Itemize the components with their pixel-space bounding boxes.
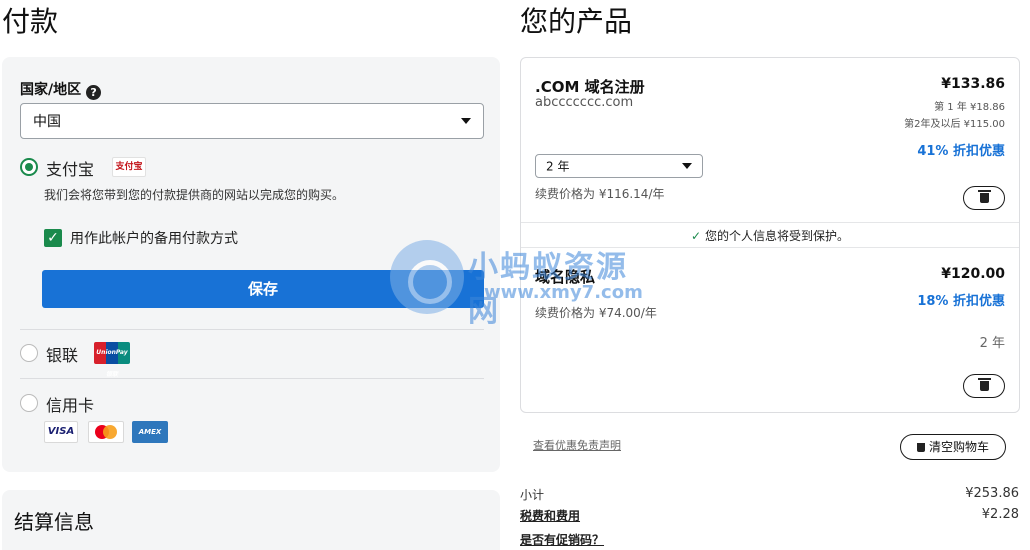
alipay-logo-icon: 支付宝 bbox=[112, 157, 146, 177]
term-value: 2 年 bbox=[979, 336, 1005, 351]
remove-item-button[interactable] bbox=[963, 374, 1005, 398]
promo-code-link[interactable]: 是否有促销码？ bbox=[520, 531, 604, 548]
payment-panel: 国家/地区? 中国 支付宝 支付宝 我们会将您带到您的付款提供商的网站以完成您的… bbox=[2, 57, 500, 472]
country-select[interactable]: 中国 bbox=[20, 103, 484, 139]
save-button[interactable]: 保存 bbox=[42, 270, 484, 308]
product-price: ¥120.00 bbox=[941, 266, 1005, 282]
renewal-price: 续费价格为 ¥74.00/年 bbox=[535, 306, 657, 320]
price-note-year2: 第2年及以后 ¥115.00 bbox=[904, 119, 1005, 130]
unionpay-radio[interactable] bbox=[20, 344, 38, 362]
mastercard-circles bbox=[95, 425, 117, 439]
chevron-down-icon bbox=[461, 118, 471, 124]
clear-cart-button[interactable]: 清空购物车 bbox=[900, 434, 1006, 460]
country-select-value: 中国 bbox=[33, 114, 61, 130]
discount-badge: 41% 折扣优惠 bbox=[917, 144, 1005, 159]
disclaimer-link[interactable]: 查看优惠免责声明 bbox=[533, 437, 621, 453]
remove-item-button[interactable] bbox=[963, 186, 1005, 210]
unionpay-logo-icon: UnionPay 银联 bbox=[94, 342, 130, 378]
payment-title: 付款 bbox=[2, 5, 59, 38]
tax-label[interactable]: 税费和费用 bbox=[520, 507, 580, 524]
product-name: .COM 域名注册 bbox=[535, 78, 645, 96]
subtotal-value: ¥253.86 bbox=[965, 486, 1019, 501]
subtotal-label: 小计 bbox=[520, 488, 545, 502]
mastercard-logo-icon bbox=[88, 421, 124, 443]
discount-badge: 18% 折扣优惠 bbox=[917, 294, 1005, 309]
product-name: 域名隐私 bbox=[535, 268, 596, 286]
divider bbox=[20, 378, 484, 379]
tax-value: ¥2.28 bbox=[981, 507, 1019, 522]
trash-icon bbox=[916, 443, 925, 452]
backup-payment-checkbox[interactable]: ✓ bbox=[44, 229, 62, 247]
chevron-down-icon bbox=[682, 163, 692, 169]
divider bbox=[20, 329, 484, 330]
alipay-label[interactable]: 支付宝 bbox=[46, 156, 94, 180]
billing-panel: 结算信息 bbox=[2, 490, 500, 550]
country-label-text: 国家/地区 bbox=[20, 82, 82, 98]
trash-icon bbox=[978, 190, 991, 203]
renewal-price: 续费价格为 ¥116.14/年 bbox=[535, 187, 665, 201]
creditcard-radio[interactable] bbox=[20, 394, 38, 412]
term-select[interactable]: 2 年 bbox=[535, 154, 703, 178]
creditcard-label[interactable]: 信用卡 bbox=[46, 392, 94, 416]
trash-icon bbox=[978, 378, 991, 391]
visa-logo-icon: VISA bbox=[44, 421, 78, 443]
billing-title: 结算信息 bbox=[14, 510, 94, 534]
term-select-value: 2 年 bbox=[546, 159, 570, 174]
alipay-radio[interactable] bbox=[20, 158, 38, 176]
country-label: 国家/地区? bbox=[20, 79, 102, 100]
products-panel: .COM 域名注册 abccccccc.com ¥133.86 第 1 年 ¥1… bbox=[520, 57, 1020, 413]
price-note-year1: 第 1 年 ¥18.86 bbox=[934, 102, 1005, 113]
help-icon[interactable]: ? bbox=[86, 85, 102, 100]
backup-payment-label[interactable]: 用作此帐户的备用付款方式 bbox=[70, 228, 238, 248]
alipay-description: 我们会将您带到您的付款提供商的网站以完成您的购买。 bbox=[44, 188, 345, 202]
clear-cart-label: 清空购物车 bbox=[928, 440, 989, 454]
product-domain: abccccccc.com bbox=[535, 95, 634, 110]
privacy-notice: ✓ 您的个人信息将受到保护。 bbox=[521, 222, 1019, 248]
products-title: 您的产品 bbox=[520, 5, 633, 38]
privacy-text: 您的个人信息将受到保护。 bbox=[705, 229, 850, 243]
product-price: ¥133.86 bbox=[941, 76, 1005, 92]
unionpay-label[interactable]: 银联 bbox=[46, 342, 78, 366]
amex-logo-icon: AMEX bbox=[132, 421, 168, 443]
check-icon: ✓ bbox=[690, 229, 702, 243]
